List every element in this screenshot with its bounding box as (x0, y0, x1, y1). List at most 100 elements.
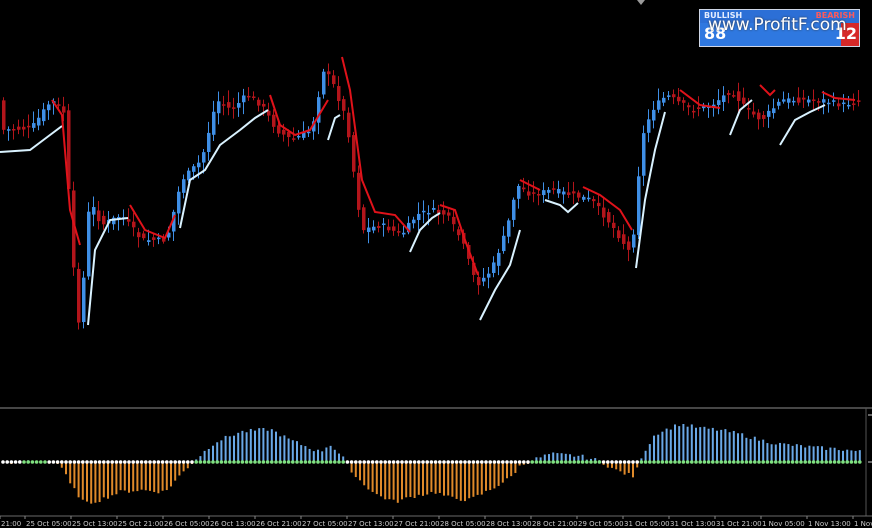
zero-line-dot (324, 460, 329, 464)
zero-line-dot (765, 460, 770, 464)
zero-line-dot (412, 460, 417, 464)
zero-line-dot (131, 460, 135, 464)
zero-line-dot (761, 460, 765, 464)
zero-line-dot (681, 460, 686, 464)
zero-line-dot (181, 460, 186, 464)
zero-line-dot (484, 460, 488, 464)
zero-line-dot (135, 460, 140, 464)
zero-line-dot (740, 460, 744, 464)
zero-line-dot (534, 460, 539, 464)
zero-line-dot (76, 460, 81, 464)
zero-line-dot (223, 460, 228, 464)
bearish-candle (77, 262, 81, 330)
zero-line-dot (589, 460, 593, 464)
zero-line-dot (614, 460, 618, 464)
zero-line-dot (383, 460, 388, 464)
zero-line-dot (509, 460, 513, 464)
zero-line-dot (89, 460, 93, 464)
zero-line-dot (639, 460, 644, 464)
zero-line-dot (102, 460, 106, 464)
zero-line-dot (858, 460, 862, 464)
time-label: 31 Oct 21:00 (716, 520, 762, 528)
zero-line-dot (429, 460, 434, 464)
zero-line-dot (648, 460, 652, 464)
zero-line-dot (333, 460, 337, 464)
zero-line-dot (715, 460, 719, 464)
time-label: 26 Oct 13:00 (210, 520, 256, 528)
zero-line-dot (782, 460, 786, 464)
zero-line-dot (270, 460, 274, 464)
zero-line-dot (328, 460, 333, 464)
zero-line-dot (13, 460, 18, 464)
zero-line-dot (51, 460, 56, 464)
zero-line-dot (366, 460, 371, 464)
time-label: 29 Oct 05:00 (578, 520, 624, 528)
zero-line-dot (774, 460, 778, 464)
zero-line-dot (261, 460, 266, 464)
zero-line-dot (421, 460, 425, 464)
zero-line-dot (244, 460, 249, 464)
zero-line-dot (635, 460, 639, 464)
zero-line-dot (673, 460, 677, 464)
zero-line-dot (1, 460, 5, 464)
zero-line-dot (85, 460, 89, 464)
site-watermark: www.ProfitF.com (708, 15, 847, 35)
bearish-candle (362, 204, 366, 234)
zero-line-dot (316, 460, 320, 464)
zero-line-dot (832, 460, 837, 464)
time-label: 1 Nov 13:00 (808, 520, 851, 528)
zero-line-dot (93, 460, 98, 464)
zero-line-dot (820, 460, 824, 464)
zero-line-dot (572, 460, 576, 464)
zero-line-dot (282, 460, 287, 464)
zero-line-dot (454, 460, 459, 464)
zero-line-dot (597, 460, 602, 464)
bearish-candle (2, 97, 6, 135)
zero-line-dot (564, 460, 568, 464)
zero-line-dot (748, 460, 753, 464)
zero-line-dot (26, 460, 31, 464)
zero-line-dot (824, 460, 828, 464)
zero-line-dot (127, 460, 131, 464)
zero-line-dot (190, 460, 194, 464)
zero-line-dot (303, 460, 308, 464)
zero-line-dot (778, 460, 782, 464)
zero-line-dot (408, 460, 413, 464)
zero-line-dot (433, 460, 438, 464)
zero-line-dot (169, 460, 173, 464)
zero-line-dot (618, 460, 623, 464)
zero-line-dot (39, 460, 43, 464)
zero-line-dot (853, 460, 858, 464)
time-label: 26 Oct 05:00 (164, 520, 210, 528)
zero-line-dot (559, 460, 564, 464)
zero-line-dot (769, 460, 774, 464)
zero-line-dot (341, 460, 346, 464)
zero-line-dot (68, 460, 72, 464)
zero-line-dot (652, 460, 656, 464)
zero-line-dot (257, 460, 262, 464)
zero-line-dot (354, 460, 358, 464)
time-label: 21:00 (1, 520, 21, 528)
zero-line-dot (286, 460, 291, 464)
zero-line-dot (249, 460, 253, 464)
zero-line-dot (736, 460, 740, 464)
zero-line-dot (295, 460, 299, 464)
zero-line-dot (278, 460, 283, 464)
price-chart[interactable]: 21:00 25 Oct 05:00 25 Oct 13:00 25 Oct 21:0… (0, 0, 872, 528)
zero-line-dot (790, 460, 795, 464)
time-label: 28 Oct 05:00 (440, 520, 486, 528)
zero-line-dot (450, 460, 455, 464)
zero-line-dot (404, 460, 409, 464)
zero-line-dot (30, 460, 35, 464)
zero-line-dot (795, 460, 799, 464)
bearish-candle (352, 131, 356, 178)
zero-line-dot (81, 460, 85, 464)
zero-line-dot (547, 460, 551, 464)
zero-line-dot (274, 460, 278, 464)
zero-line-dot (97, 460, 102, 464)
zero-line-dot (694, 460, 698, 464)
zero-line-dot (165, 460, 169, 464)
chart-shift-marker[interactable] (637, 0, 645, 5)
zero-line-dot (387, 460, 392, 464)
time-label: 28 Oct 13:00 (486, 520, 532, 528)
